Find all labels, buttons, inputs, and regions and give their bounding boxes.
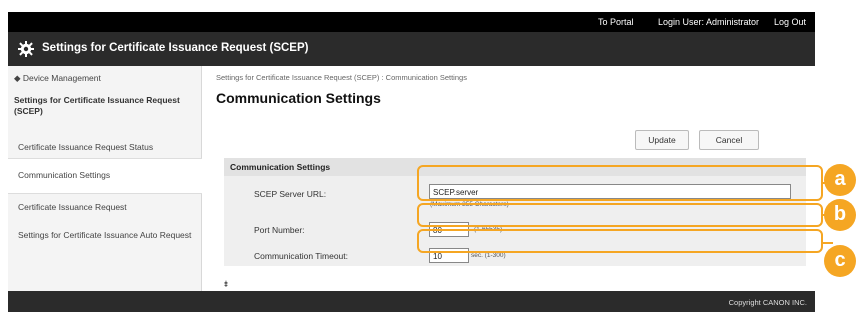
scep-url-label: SCEP Server URL: (254, 189, 327, 199)
footer: Copyright CANON INC. (8, 291, 815, 312)
title-bar: Settings for Certificate Issuance Reques… (8, 32, 815, 66)
page-title: Communication Settings (216, 90, 381, 106)
app-window: To Portal Login User: Administrator Log … (8, 12, 815, 312)
callout-marker-a: a (824, 164, 856, 196)
top-bar: To Portal Login User: Administrator Log … (8, 12, 815, 32)
port-number-label: Port Number: (254, 225, 305, 235)
sidebar-item-issuance-request[interactable]: Certificate Issuance Request (18, 202, 193, 213)
update-button[interactable]: Update (635, 130, 689, 150)
sidebar: ◆ Device Management Settings for Certifi… (8, 66, 202, 291)
device-management-link[interactable]: ◆ Device Management (14, 73, 101, 84)
sidebar-section-title: Settings for Certificate Issuance Reques… (14, 95, 180, 116)
callout-leader-c (823, 242, 833, 244)
logout-link[interactable]: Log Out (774, 17, 806, 27)
sidebar-item-communication-settings[interactable]: Communication Settings (18, 170, 193, 181)
communication-timeout-label: Communication Timeout: (254, 251, 349, 261)
callout-frame-c (417, 229, 823, 253)
callout-marker-b: b (824, 199, 856, 231)
to-portal-link[interactable]: To Portal (598, 17, 634, 27)
sidebar-item-auto-request[interactable]: Settings for Certificate Issuance Auto R… (18, 230, 193, 241)
communication-timeout-hint: sec. (1-300) (471, 252, 506, 259)
callout-frame-a (417, 165, 823, 201)
window-title: Settings for Certificate Issuance Reques… (42, 42, 309, 54)
sidebar-item-request-status[interactable]: Certificate Issuance Request Status (18, 142, 193, 153)
callout-frame-b (417, 203, 823, 227)
gear-icon (18, 41, 34, 57)
login-user-label: Login User: Administrator (658, 17, 760, 27)
callout-marker-c: c (824, 245, 856, 277)
cancel-button[interactable]: Cancel (699, 130, 759, 150)
breadcrumb: Settings for Certificate Issuance Reques… (216, 73, 467, 82)
copyright-text: Copyright CANON INC. (728, 298, 807, 307)
